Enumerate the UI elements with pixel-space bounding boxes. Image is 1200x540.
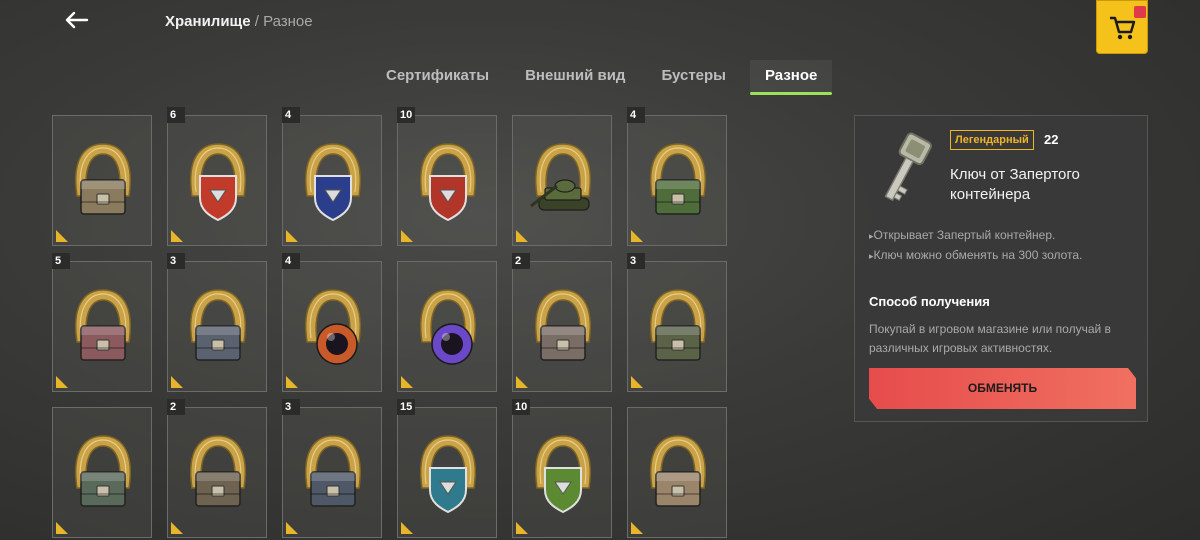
tab-appearance[interactable]: Внешний вид <box>525 60 625 92</box>
rarity-corner-marker <box>56 376 68 388</box>
exchange-button[interactable]: ОБМЕНЯТЬ <box>869 368 1136 409</box>
description-line: Открывает Запертый контейнер. <box>869 226 1082 246</box>
breadcrumb-current: Разное <box>263 13 313 30</box>
breadcrumb: Хранилище / Разное <box>165 13 313 30</box>
how-to-get-text: Покупай в игровом магазине или получай в… <box>869 322 1111 355</box>
item-cell[interactable]: 10 <box>397 107 497 246</box>
item-cell[interactable]: 2 <box>512 253 612 392</box>
item-cell[interactable]: 3 <box>282 399 382 538</box>
item-detail-panel: Легендарный 22 Ключ от Запертого контейн… <box>854 115 1148 422</box>
rarity-corner-marker <box>516 230 528 242</box>
description-line: Ключ можно обменять на 300 золота. <box>869 246 1083 266</box>
item-cell[interactable]: 3 <box>627 253 727 392</box>
rarity-corner-marker <box>56 522 68 534</box>
lucky-horseshoe-orb-icon <box>420 289 476 365</box>
arrow-left-icon <box>65 11 89 29</box>
item-count: 3 <box>167 253 185 269</box>
item-count: 10 <box>512 399 531 415</box>
rarity-badge: Легендарный <box>950 130 1034 150</box>
lucky-horseshoe-crate-icon <box>650 289 706 361</box>
item-count: 4 <box>282 107 300 123</box>
item-count: 2 <box>167 399 185 415</box>
how-to-get-title: Способ получения <box>869 294 990 309</box>
lucky-horseshoe-shield-icon <box>420 143 476 222</box>
lucky-horseshoe-crate-icon <box>305 435 361 507</box>
item-title: Ключ от Запертого контейнера <box>950 166 1080 203</box>
lucky-horseshoe-crate-icon <box>190 435 246 507</box>
lucky-horseshoe-crate-icon <box>535 289 591 361</box>
rarity-corner-marker <box>401 230 413 242</box>
item-cell[interactable]: 15 <box>397 399 497 538</box>
item-cell[interactable]: 5 <box>52 253 152 392</box>
rarity-corner-marker <box>401 522 413 534</box>
item-description: Открывает Запертый контейнер. Ключ можно… <box>869 226 1083 266</box>
item-cell[interactable]: 4 <box>282 107 382 246</box>
item-count: 10 <box>397 107 416 123</box>
item-cell[interactable] <box>627 407 727 538</box>
lucky-horseshoe-crate-icon <box>650 435 706 507</box>
rarity-corner-marker <box>631 230 643 242</box>
key-icon <box>884 132 932 202</box>
item-count: 6 <box>167 107 185 123</box>
lucky-horseshoe-shield-icon <box>420 435 476 514</box>
lucky-horseshoe-crate-icon <box>190 289 246 361</box>
rarity-corner-marker <box>286 230 298 242</box>
lucky-horseshoe-crate-icon <box>650 143 706 215</box>
shop-cart-button[interactable] <box>1096 0 1148 54</box>
breadcrumb-separator: / <box>254 13 259 30</box>
item-count: 4 <box>282 253 300 269</box>
rarity-corner-marker <box>171 522 183 534</box>
item-cell[interactable]: 10 <box>512 399 612 538</box>
item-quantity: 22 <box>1044 132 1059 147</box>
lucky-horseshoe-shield-icon <box>535 435 591 514</box>
tab-boosters[interactable]: Бустеры <box>661 60 726 92</box>
breadcrumb-storage[interactable]: Хранилище <box>165 13 251 30</box>
item-cell[interactable]: 2 <box>167 399 267 538</box>
item-count: 15 <box>397 399 416 415</box>
category-tabs: Сертификаты Внешний вид Бустеры Разное <box>386 60 868 96</box>
item-cell[interactable]: 6 <box>167 107 267 246</box>
rarity-corner-marker <box>516 376 528 388</box>
lucky-horseshoe-orb-icon <box>305 289 361 365</box>
item-cell[interactable]: 4 <box>627 107 727 246</box>
tab-misc[interactable]: Разное <box>750 60 833 95</box>
rarity-corner-marker <box>286 522 298 534</box>
item-cell[interactable] <box>52 115 152 246</box>
lucky-horseshoe-crate-icon <box>75 289 131 361</box>
item-cell[interactable] <box>397 261 497 392</box>
item-cell[interactable]: 4 <box>282 253 382 392</box>
item-count: 3 <box>627 253 645 269</box>
rarity-corner-marker <box>401 376 413 388</box>
rarity-corner-marker <box>171 230 183 242</box>
item-count: 2 <box>512 253 530 269</box>
rarity-corner-marker <box>286 376 298 388</box>
cart-icon <box>1110 16 1136 40</box>
item-count: 4 <box>627 107 645 123</box>
lucky-horseshoe-shield-icon <box>190 143 246 222</box>
rarity-corner-marker <box>516 522 528 534</box>
rarity-corner-marker <box>631 522 643 534</box>
lucky-horseshoe-crate-icon <box>75 143 131 215</box>
item-cell[interactable] <box>512 115 612 246</box>
lucky-horseshoe-shield-icon <box>305 143 361 222</box>
item-count: 3 <box>282 399 300 415</box>
tab-certificates[interactable]: Сертификаты <box>386 60 489 92</box>
lucky-horseshoe-tank-icon <box>530 143 591 211</box>
rarity-corner-marker <box>171 376 183 388</box>
rarity-corner-marker <box>631 376 643 388</box>
item-cell[interactable] <box>52 407 152 538</box>
rarity-corner-marker <box>56 230 68 242</box>
lucky-horseshoe-crate-icon <box>75 435 131 507</box>
item-cell[interactable]: 3 <box>167 253 267 392</box>
back-button[interactable] <box>58 6 94 34</box>
item-count: 5 <box>52 253 70 269</box>
